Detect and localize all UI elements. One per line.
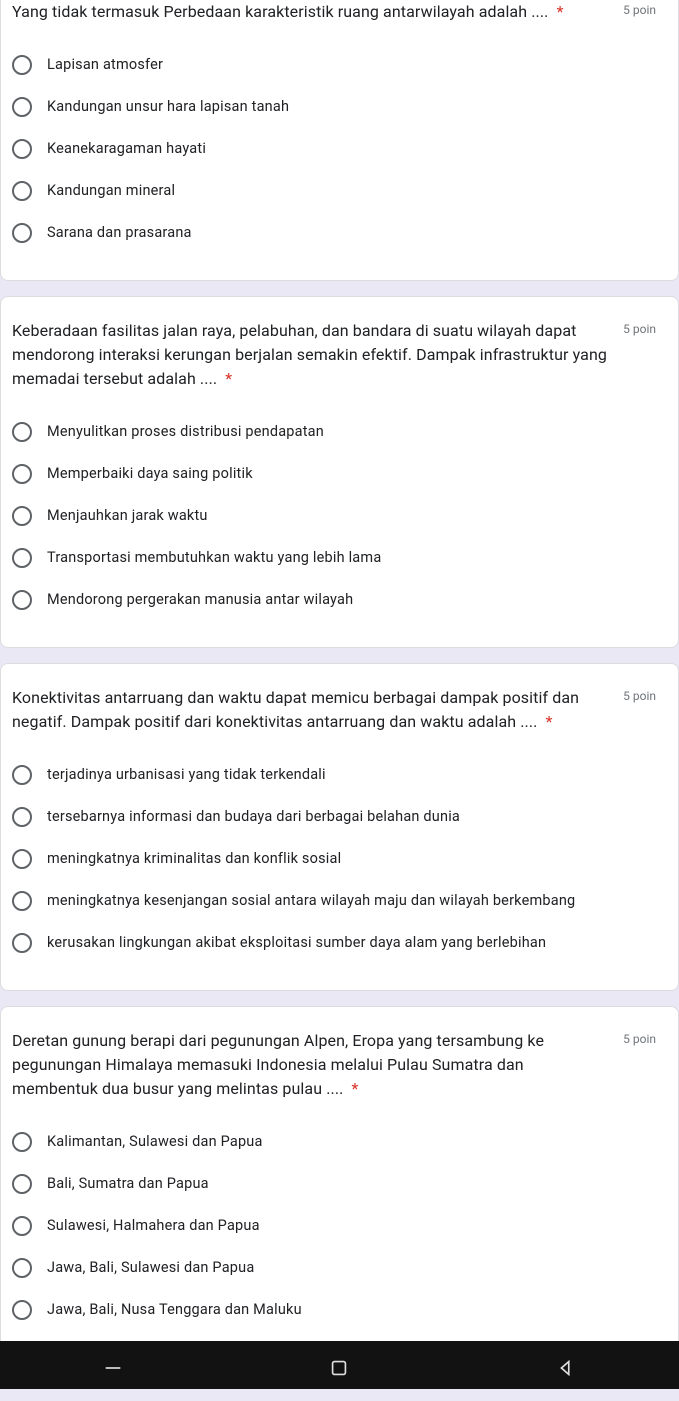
option-label: Jawa, Bali, Nusa Tenggara dan Maluku bbox=[47, 1300, 302, 1320]
question-card: Keberadaan fasilitas jalan raya, pelabuh… bbox=[0, 296, 679, 648]
radio-icon bbox=[12, 55, 32, 75]
points-label: 5 poin bbox=[607, 319, 656, 336]
question-prompt: Yang tidak termasuk Perbedaan karakteris… bbox=[12, 2, 549, 21]
question-text: Konektivitas antarruang dan waktu dapat … bbox=[12, 686, 607, 734]
points-label: 5 poin bbox=[607, 0, 656, 17]
radio-icon bbox=[12, 1132, 32, 1152]
radio-icon bbox=[12, 849, 32, 869]
radio-icon bbox=[12, 933, 32, 953]
radio-option[interactable]: Menjauhkan jarak waktu bbox=[12, 495, 656, 537]
option-label: Kandungan mineral bbox=[47, 181, 175, 201]
recent-apps-button[interactable] bbox=[102, 1357, 124, 1383]
radio-icon bbox=[12, 548, 32, 568]
option-label: Jawa, Bali, Sulawesi dan Papua bbox=[47, 1258, 254, 1278]
radio-icon bbox=[12, 464, 32, 484]
option-label: meningkatnya kesenjangan sosial antara w… bbox=[47, 891, 575, 911]
radio-icon bbox=[12, 590, 32, 610]
option-label: tersebarnya informasi dan budaya dari be… bbox=[47, 807, 460, 827]
question-header: Konektivitas antarruang dan waktu dapat … bbox=[12, 686, 656, 734]
radio-icon bbox=[12, 1174, 32, 1194]
question-prompt: Keberadaan fasilitas jalan raya, pelabuh… bbox=[12, 321, 607, 388]
question-text: Keberadaan fasilitas jalan raya, pelabuh… bbox=[12, 319, 607, 391]
radio-icon bbox=[12, 223, 32, 243]
options-group: terjadinya urbanisasi yang tidak terkend… bbox=[12, 754, 656, 964]
question-card: Deretan gunung berapi dari pegunungan Al… bbox=[0, 1006, 679, 1341]
question-text: Deretan gunung berapi dari pegunungan Al… bbox=[12, 1029, 607, 1101]
radio-icon bbox=[12, 1258, 32, 1278]
radio-icon bbox=[12, 97, 32, 117]
radio-icon bbox=[12, 891, 32, 911]
option-label: Kalimantan, Sulawesi dan Papua bbox=[47, 1132, 263, 1152]
radio-option[interactable]: Lapisan atmosfer bbox=[12, 44, 656, 86]
options-group: Lapisan atmosfer Kandungan unsur hara la… bbox=[12, 44, 656, 254]
square-icon bbox=[328, 1357, 350, 1379]
radio-option[interactable]: Sulawesi, Halmahera dan Papua bbox=[12, 1205, 656, 1247]
radio-icon bbox=[12, 422, 32, 442]
radio-option[interactable]: terjadinya urbanisasi yang tidak terkend… bbox=[12, 754, 656, 796]
radio-option[interactable]: Sarana dan prasarana bbox=[12, 212, 656, 254]
option-label: Menjauhkan jarak waktu bbox=[47, 506, 208, 526]
radio-option[interactable]: Mendorong pergerakan manusia antar wilay… bbox=[12, 579, 656, 621]
required-mark: * bbox=[347, 1079, 358, 1098]
radio-option[interactable]: Transportasi membutuhkan waktu yang lebi… bbox=[12, 537, 656, 579]
option-label: kerusakan lingkungan akibat eksploitasi … bbox=[47, 933, 546, 953]
option-label: Sulawesi, Halmahera dan Papua bbox=[47, 1216, 260, 1236]
option-label: Lapisan atmosfer bbox=[47, 55, 163, 75]
required-mark: * bbox=[542, 712, 553, 731]
radio-option[interactable]: Jawa, Bali, Nusa Tenggara dan Maluku bbox=[12, 1289, 656, 1331]
question-card: Konektivitas antarruang dan waktu dapat … bbox=[0, 663, 679, 991]
form-container: Yang tidak termasuk Perbedaan karakteris… bbox=[0, 0, 679, 1341]
question-text: Yang tidak termasuk Perbedaan karakteris… bbox=[12, 0, 607, 24]
points-label: 5 poin bbox=[607, 1029, 656, 1046]
option-label: Memperbaiki daya saing politik bbox=[47, 464, 253, 484]
option-label: Menyulitkan proses distribusi pendapatan bbox=[47, 422, 324, 442]
option-label: Bali, Sumatra dan Papua bbox=[47, 1174, 209, 1194]
question-header: Keberadaan fasilitas jalan raya, pelabuh… bbox=[12, 319, 656, 391]
radio-option[interactable]: Kalimantan, Sulawesi dan Papua bbox=[12, 1121, 656, 1163]
home-button[interactable] bbox=[328, 1357, 350, 1383]
radio-option[interactable]: Menyulitkan proses distribusi pendapatan bbox=[12, 411, 656, 453]
menu-icon bbox=[102, 1357, 124, 1379]
radio-icon bbox=[12, 139, 32, 159]
radio-icon bbox=[12, 807, 32, 827]
radio-icon bbox=[12, 506, 32, 526]
radio-icon bbox=[12, 1216, 32, 1236]
question-header: Deretan gunung berapi dari pegunungan Al… bbox=[12, 1029, 656, 1101]
radio-icon bbox=[12, 181, 32, 201]
options-group: Kalimantan, Sulawesi dan Papua Bali, Sum… bbox=[12, 1121, 656, 1331]
radio-option[interactable]: kerusakan lingkungan akibat eksploitasi … bbox=[12, 922, 656, 964]
option-label: meningkatnya kriminalitas dan konflik so… bbox=[47, 849, 341, 869]
android-nav-bar bbox=[0, 1341, 679, 1389]
radio-option[interactable]: Bali, Sumatra dan Papua bbox=[12, 1163, 656, 1205]
required-mark: * bbox=[221, 369, 232, 388]
radio-option[interactable]: Kandungan mineral bbox=[12, 170, 656, 212]
option-label: Kandungan unsur hara lapisan tanah bbox=[47, 97, 289, 117]
points-label: 5 poin bbox=[607, 686, 656, 703]
option-label: Transportasi membutuhkan waktu yang lebi… bbox=[47, 548, 381, 568]
required-mark: * bbox=[553, 2, 564, 21]
radio-option[interactable]: meningkatnya kesenjangan sosial antara w… bbox=[12, 880, 656, 922]
question-card: Yang tidak termasuk Perbedaan karakteris… bbox=[0, 0, 679, 281]
radio-option[interactable]: tersebarnya informasi dan budaya dari be… bbox=[12, 796, 656, 838]
radio-option[interactable]: meningkatnya kriminalitas dan konflik so… bbox=[12, 838, 656, 880]
radio-option[interactable]: Jawa, Bali, Sulawesi dan Papua bbox=[12, 1247, 656, 1289]
question-prompt: Konektivitas antarruang dan waktu dapat … bbox=[12, 688, 579, 731]
option-label: Keanekaragaman hayati bbox=[47, 139, 206, 159]
radio-option[interactable]: Memperbaiki daya saing politik bbox=[12, 453, 656, 495]
options-group: Menyulitkan proses distribusi pendapatan… bbox=[12, 411, 656, 621]
question-header: Yang tidak termasuk Perbedaan karakteris… bbox=[12, 0, 656, 24]
question-prompt: Deretan gunung berapi dari pegunungan Al… bbox=[12, 1031, 544, 1098]
radio-option[interactable]: Kandungan unsur hara lapisan tanah bbox=[12, 86, 656, 128]
radio-icon bbox=[12, 1300, 32, 1320]
option-label: Sarana dan prasarana bbox=[47, 223, 192, 243]
option-label: Mendorong pergerakan manusia antar wilay… bbox=[47, 590, 353, 610]
back-button[interactable] bbox=[555, 1357, 577, 1383]
option-label: terjadinya urbanisasi yang tidak terkend… bbox=[47, 765, 326, 785]
back-icon bbox=[555, 1357, 577, 1379]
radio-icon bbox=[12, 765, 32, 785]
radio-option[interactable]: Keanekaragaman hayati bbox=[12, 128, 656, 170]
